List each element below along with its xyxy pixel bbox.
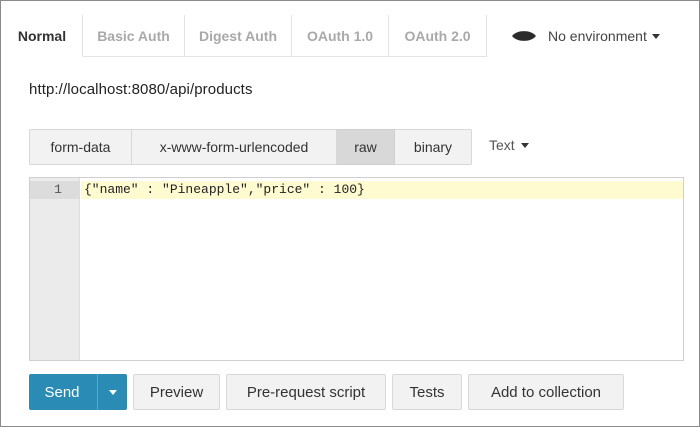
tab-digest-auth[interactable]: Digest Auth: [185, 15, 292, 57]
eye-icon[interactable]: [511, 29, 537, 43]
environment-selector[interactable]: No environment: [511, 23, 660, 49]
tab-basic-auth[interactable]: Basic Auth: [83, 15, 185, 57]
binary-button[interactable]: binary: [395, 129, 472, 165]
urlencoded-button[interactable]: x-www-form-urlencoded: [132, 129, 337, 165]
raw-button[interactable]: raw: [337, 129, 395, 165]
pre-request-script-button[interactable]: Pre-request script: [226, 374, 386, 410]
chevron-down-icon: [651, 33, 660, 39]
line-gutter: [30, 178, 80, 360]
request-builder: Normal Basic Auth Digest Auth OAuth 1.0 …: [0, 0, 700, 427]
raw-format-label: Text: [489, 137, 515, 153]
action-bar: Send Preview Pre-request script Tests Ad…: [29, 374, 624, 410]
send-button[interactable]: Send: [29, 374, 97, 410]
send-options-button[interactable]: [97, 374, 127, 410]
tab-normal[interactable]: Normal: [2, 15, 83, 57]
send-button-group: Send: [29, 374, 127, 410]
chevron-down-icon: [520, 142, 529, 148]
line-number: 1: [30, 181, 80, 199]
auth-tabs: Normal Basic Auth Digest Auth OAuth 1.0 …: [2, 15, 487, 57]
request-url[interactable]: http://localhost:8080/api/products: [29, 81, 253, 98]
preview-button[interactable]: Preview: [133, 374, 220, 410]
body-type-buttons: form-data x-www-form-urlencoded raw bina…: [29, 129, 472, 165]
tab-oauth-1[interactable]: OAuth 1.0: [292, 15, 389, 57]
add-to-collection-button[interactable]: Add to collection: [468, 374, 624, 410]
tab-oauth-2[interactable]: OAuth 2.0: [389, 15, 487, 57]
form-data-button[interactable]: form-data: [29, 129, 132, 165]
raw-body-editor[interactable]: 1 {"name" : "Pineapple","price" : 100}: [29, 177, 684, 361]
tests-button[interactable]: Tests: [392, 374, 462, 410]
code-line[interactable]: {"name" : "Pineapple","price" : 100}: [81, 181, 683, 199]
chevron-down-icon: [108, 389, 117, 395]
environment-label: No environment: [548, 28, 647, 44]
raw-format-dropdown[interactable]: Text: [489, 137, 529, 153]
